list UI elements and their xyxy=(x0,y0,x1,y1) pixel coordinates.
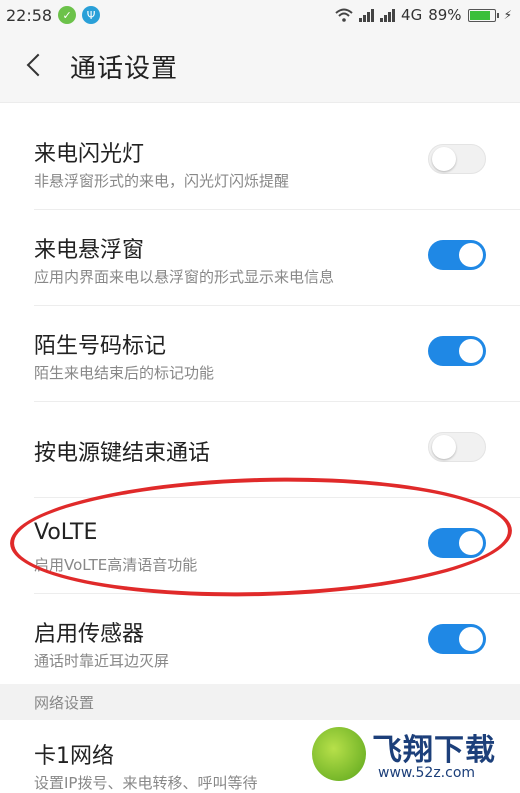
floating-window-toggle[interactable] xyxy=(428,240,486,270)
setting-label: 来电悬浮窗 xyxy=(34,238,145,263)
back-icon[interactable] xyxy=(16,46,56,86)
page-title: 通话设置 xyxy=(70,53,179,84)
volte-toggle[interactable] xyxy=(428,528,486,558)
setting-label: 卡1网络 xyxy=(34,744,114,769)
settings-list: 来电闪光灯 非悬浮窗形式的来电，闪光灯闪烁提醒 来电悬浮窗 应用内界面来电以悬浮… xyxy=(0,114,520,690)
setting-desc: 非悬浮窗形式的来电，闪光灯闪烁提醒 xyxy=(34,172,290,190)
setting-row-floating-window[interactable]: 来电悬浮窗 应用内界面来电以悬浮窗的形式显示来电信息 xyxy=(34,210,520,306)
setting-row-flash[interactable]: 来电闪光灯 非悬浮窗形式的来电，闪光灯闪烁提醒 xyxy=(34,114,520,210)
setting-desc: 应用内界面来电以悬浮窗的形式显示来电信息 xyxy=(34,268,335,286)
status-right: 4G 89% ⚡ xyxy=(335,0,512,30)
charging-icon: ⚡ xyxy=(503,8,512,22)
setting-row-sensor[interactable]: 启用传感器 通话时靠近耳边灭屏 xyxy=(34,594,520,690)
setting-label: VoLTE xyxy=(34,520,98,545)
toggle-knob xyxy=(459,627,483,651)
toggle-knob xyxy=(459,243,483,267)
header: 通话设置 xyxy=(0,30,520,103)
battery-icon xyxy=(467,8,499,22)
setting-label: 按电源键结束通话 xyxy=(34,441,211,466)
watermark-url: www.52z.com xyxy=(378,765,476,781)
section-title: 网络设置 xyxy=(34,693,95,712)
signal-icon xyxy=(380,8,396,22)
setting-desc: 通话时靠近耳边灭屏 xyxy=(34,652,170,670)
network-type: 4G xyxy=(401,6,423,24)
setting-row-volte[interactable]: VoLTE 启用VoLTE高清语音功能 xyxy=(34,498,520,594)
setting-label: 来电闪光灯 xyxy=(34,142,145,167)
setting-label: 启用传感器 xyxy=(34,622,145,647)
setting-row-power-end-call[interactable]: 按电源键结束通话 xyxy=(34,402,520,498)
toggle-knob xyxy=(432,435,456,459)
watermark-logo-icon xyxy=(312,727,366,781)
toggle-knob xyxy=(432,147,456,171)
sensor-toggle[interactable] xyxy=(428,624,486,654)
wifi-icon xyxy=(335,8,353,22)
battery-percent: 89% xyxy=(428,6,462,24)
toggle-knob xyxy=(459,339,483,363)
usb-icon: Ψ xyxy=(82,6,101,24)
setting-label: 陌生号码标记 xyxy=(34,334,167,359)
stranger-mark-toggle[interactable] xyxy=(428,336,486,366)
setting-row-stranger-mark[interactable]: 陌生号码标记 陌生来电结束后的标记功能 xyxy=(34,306,520,402)
app-notification-icon: ✓ xyxy=(58,6,77,24)
setting-desc: 启用VoLTE高清语音功能 xyxy=(34,556,198,574)
setting-desc: 陌生来电结束后的标记功能 xyxy=(34,364,215,382)
setting-desc: 设置IP拨号、来电转移、呼叫等待 xyxy=(34,774,258,792)
signal-icon xyxy=(359,8,375,22)
watermark: 飞翔下载 www.52z.com xyxy=(312,719,512,789)
toggle-knob xyxy=(459,531,483,555)
watermark-text: 飞翔下载 xyxy=(372,733,496,768)
power-end-call-toggle[interactable] xyxy=(428,432,486,462)
section-header-network: 网络设置 xyxy=(0,684,520,720)
status-time: 22:58 xyxy=(6,5,53,25)
flash-toggle[interactable] xyxy=(428,144,486,174)
status-bar: 22:58 ✓ Ψ 4G 89% ⚡ xyxy=(0,0,520,30)
